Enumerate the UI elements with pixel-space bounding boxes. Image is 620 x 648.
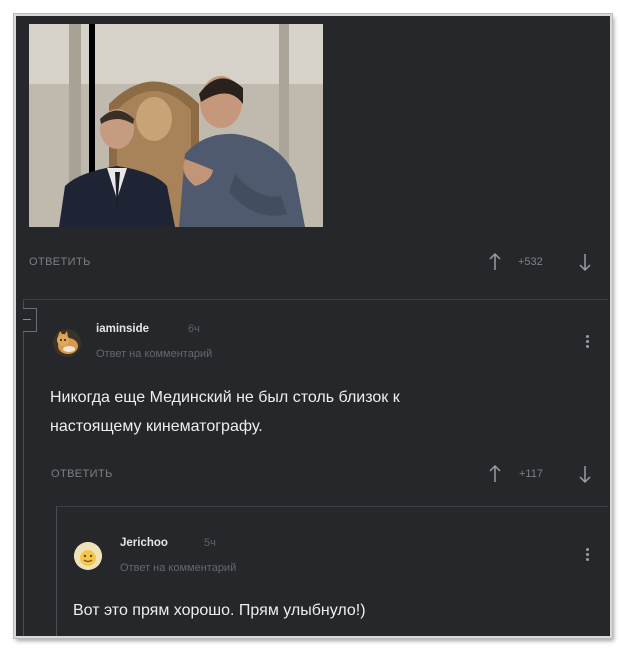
comment-reply-to-link[interactable]: Ответ на комментарий <box>120 562 236 574</box>
nested-thread-divider <box>56 506 608 507</box>
comment-username[interactable]: Jerichoo <box>120 537 168 549</box>
comment-text-line: Вот это прям хорошо. Прям улыбнуло!) <box>73 602 366 619</box>
avatar[interactable] <box>53 329 81 357</box>
post-photo[interactable] <box>29 24 323 227</box>
avatar[interactable] <box>74 542 102 570</box>
arrow-down-icon[interactable] <box>578 464 592 484</box>
comment-time: 6ч <box>188 323 200 335</box>
comment-time: 5ч <box>204 537 216 549</box>
comment-actions: ОТВЕТИТЬ +117 <box>16 464 610 488</box>
comment-rating: +117 <box>519 468 543 480</box>
comment-text: Никогда еще Мединский не был столь близо… <box>50 386 400 439</box>
comment-text: Вот это прям хорошо. Прям улыбнуло!) <box>73 599 366 623</box>
comment-reply-button[interactable]: ОТВЕТИТЬ <box>51 468 113 480</box>
post-rating: +532 <box>518 256 543 268</box>
comment-username[interactable]: iaminside <box>96 323 149 335</box>
post-actions: ОТВЕТИТЬ +532 <box>16 252 610 276</box>
arrow-up-icon[interactable] <box>488 464 502 484</box>
nested-thread-line <box>56 506 57 636</box>
kebab-menu-icon[interactable] <box>582 546 592 566</box>
smiley-avatar-icon <box>74 542 102 570</box>
collapse-thread-icon[interactable] <box>23 308 37 332</box>
comment-text-line: настоящему кинематографу. <box>50 418 263 435</box>
kebab-menu-icon[interactable] <box>582 333 592 353</box>
arrow-up-icon[interactable] <box>488 252 502 272</box>
comment-thread-panel: ОТВЕТИТЬ +532 iaminside 6ч Ответ на комм… <box>14 14 612 638</box>
comment-reply-to-link[interactable]: Ответ на комментарий <box>96 348 212 360</box>
comment-text-line: Никогда еще Мединский не был столь близо… <box>50 389 400 406</box>
arrow-down-icon[interactable] <box>578 252 592 272</box>
post-reply-button[interactable]: ОТВЕТИТЬ <box>29 256 91 268</box>
cat-avatar-icon <box>53 329 81 357</box>
thread-divider <box>23 299 608 300</box>
